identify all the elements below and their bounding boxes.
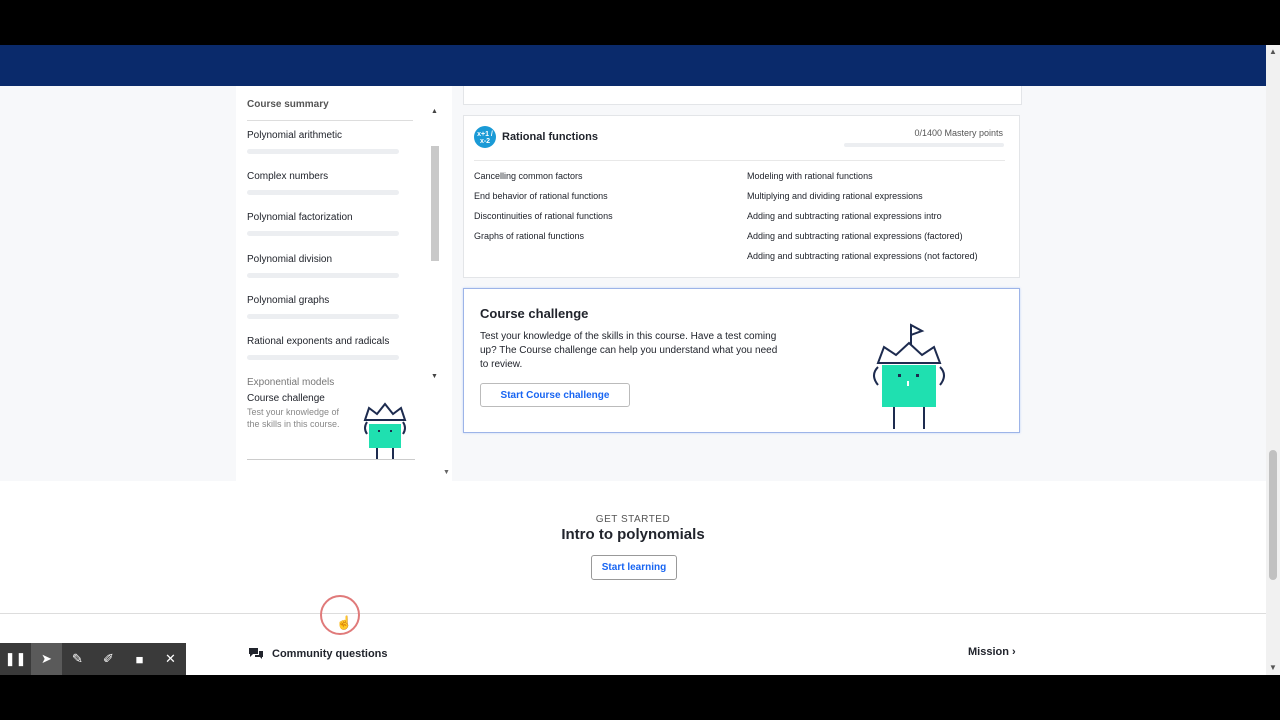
hand-cursor-icon: ☝ — [336, 615, 353, 630]
sidebar-item-polynomial-division[interactable]: Polynomial division — [247, 254, 417, 278]
sidebar-item-label: Rational exponents and radicals — [247, 336, 390, 347]
skill-link[interactable]: Discontinuities of rational functions — [474, 210, 613, 230]
sidebar-item-polynomial-arithmetic[interactable]: Polynomial arithmetic — [247, 130, 417, 154]
sidebar-progress-bar — [247, 149, 399, 154]
camera-icon[interactable]: ■ — [124, 643, 155, 675]
skill-link[interactable]: Modeling with rational functions — [747, 170, 978, 190]
course-challenge-title: Course challenge — [480, 306, 589, 321]
skills-right-column: Modeling with rational functions Multipl… — [747, 170, 978, 270]
sidebar-item-polynomial-graphs[interactable]: Polynomial graphs — [247, 295, 417, 319]
sidebar-bottom-divider — [247, 459, 415, 460]
sidebar-progress-bar — [247, 231, 399, 236]
community-questions-label: Community questions — [272, 647, 388, 660]
sidebar-item-complex-numbers[interactable]: Complex numbers — [247, 171, 417, 195]
close-icon[interactable]: ✕ — [155, 643, 186, 675]
sidebar-scrollbar[interactable]: ▲ ▼ — [430, 108, 440, 380]
sidebar-header: Course summary — [247, 99, 329, 110]
skill-link[interactable]: End behavior of rational functions — [474, 190, 613, 210]
top-letterbox — [0, 0, 1280, 45]
pointer-icon[interactable]: ➤ — [31, 643, 62, 675]
start-learning-button[interactable]: Start learning — [591, 555, 677, 580]
sidebar-progress-bar — [247, 190, 399, 195]
sidebar-item-rational-exponents[interactable]: Rational exponents and radicals — [247, 336, 417, 360]
get-started-kicker: GET STARTED — [595, 514, 671, 525]
course-sidebar: Course summary Polynomial arithmetic Com… — [236, 86, 452, 481]
get-started-title: Intro to polynomials — [561, 526, 705, 543]
scroll-up-icon[interactable]: ▲ — [1269, 47, 1277, 56]
highlighter-icon[interactable]: ✐ — [93, 643, 124, 675]
mission-label: Mission — [968, 646, 1009, 658]
skill-link[interactable]: Multiplying and dividing rational expres… — [747, 190, 978, 210]
sidebar-challenge-title: Course challenge — [247, 393, 325, 404]
sidebar-item-label: Polynomial graphs — [247, 295, 330, 306]
sidebar-item-exponential-models[interactable]: Exponential models — [247, 377, 334, 388]
sidebar-item-label: Polynomial arithmetic — [247, 130, 343, 141]
skill-link[interactable]: Adding and subtracting rational expressi… — [747, 230, 978, 250]
sidebar-scroll-thumb[interactable] — [431, 146, 439, 261]
sidebar-challenge-desc: Test your knowledge of the skills in thi… — [247, 407, 340, 429]
sidebar-divider — [247, 120, 413, 121]
page-scroll-thumb[interactable] — [1269, 450, 1277, 580]
unit-title[interactable]: Rational functions — [502, 131, 598, 143]
course-challenge-desc: Test your knowledge of the skills in thi… — [480, 331, 778, 370]
community-questions-link[interactable]: Community questions — [248, 647, 388, 660]
page-scrollbar[interactable]: ▲ ▼ — [1266, 45, 1280, 675]
sidebar-progress-bar — [247, 355, 399, 360]
get-started-section: GET STARTED Intro to polynomials Start l… — [0, 481, 1266, 613]
skill-link[interactable]: Adding and subtracting rational expressi… — [747, 250, 978, 270]
sidebar-progress-bar — [247, 273, 399, 278]
unit-icon-text: x+1 / x-2 — [477, 131, 493, 145]
start-course-challenge-button[interactable]: Start Course challenge — [480, 383, 630, 407]
scroll-down-icon[interactable]: ▼ — [431, 373, 438, 380]
sidebar-item-label: Polynomial factorization — [247, 212, 353, 223]
chat-bubbles-icon — [249, 648, 263, 659]
mission-link[interactable]: Mission › — [968, 646, 1016, 658]
mascot-icon — [363, 402, 407, 460]
skill-link[interactable]: Cancelling common factors — [474, 170, 613, 190]
unit-card-rational-functions: x+1 / x-2 Rational functions 0/1400 Mast… — [463, 115, 1020, 278]
mastery-progress-bar — [844, 143, 1004, 147]
scroll-down-icon[interactable]: ▼ — [1269, 663, 1277, 672]
pause-icon[interactable]: ❚❚ — [0, 643, 31, 675]
mascot-flag-icon — [873, 323, 945, 429]
mastery-points: 0/1400 Mastery points — [914, 128, 1003, 138]
pen-icon[interactable]: ✎ — [62, 643, 93, 675]
sidebar-course-challenge[interactable]: Course challenge Test your knowledge of … — [247, 388, 417, 460]
sidebar-item-polynomial-factorization[interactable]: Polynomial factorization — [247, 212, 417, 236]
navbar — [0, 45, 1266, 86]
course-challenge-card: Course challenge Test your knowledge of … — [463, 288, 1020, 433]
sidebar-item-label: Polynomial division — [247, 254, 333, 265]
bottom-letterbox — [0, 675, 1280, 720]
scroll-up-icon[interactable]: ▲ — [431, 108, 438, 115]
screen-recorder-toolbar: ❚❚ ➤ ✎ ✐ ■ ✕ — [0, 643, 186, 675]
rational-functions-icon: x+1 / x-2 — [474, 126, 496, 148]
scroll-down-icon[interactable]: ▼ — [443, 469, 450, 476]
sidebar-progress-bar — [247, 314, 399, 319]
chevron-right-icon: › — [1012, 646, 1016, 658]
footer: Community questions Mission › — [0, 614, 1266, 675]
sidebar-item-label: Complex numbers — [247, 171, 329, 182]
page-content: Course summary Polynomial arithmetic Com… — [0, 86, 1266, 675]
previous-unit-card — [463, 86, 1022, 105]
skill-link[interactable]: Adding and subtracting rational expressi… — [747, 210, 978, 230]
skills-left-column: Cancelling common factors End behavior o… — [474, 170, 613, 250]
skill-link[interactable]: Graphs of rational functions — [474, 230, 613, 250]
unit-divider — [474, 160, 1005, 161]
